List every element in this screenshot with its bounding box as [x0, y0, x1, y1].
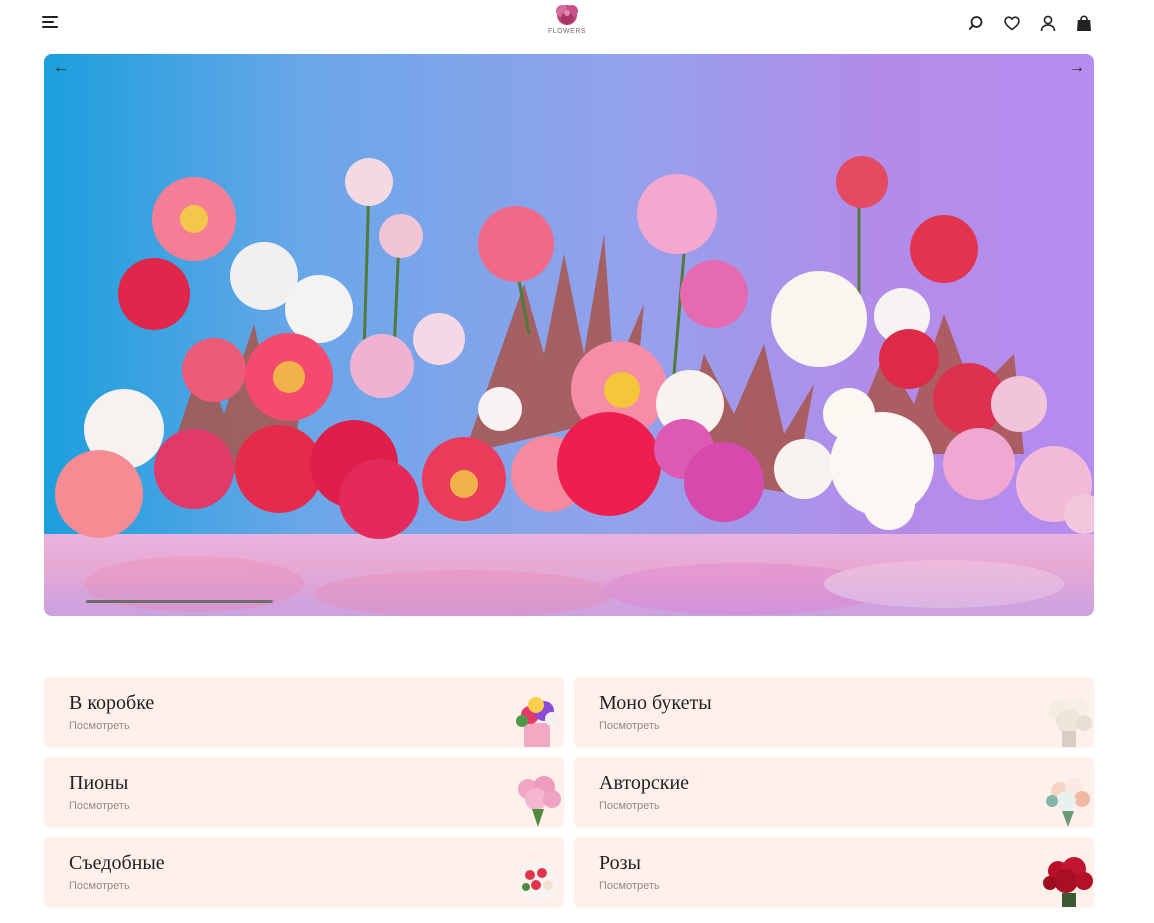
box-bouquet-image [516, 697, 559, 747]
header-actions [966, 12, 1094, 34]
user-icon[interactable] [1038, 13, 1058, 33]
author-bouquet-image [1046, 778, 1090, 827]
category-title: В коробке [69, 692, 155, 714]
menu-icon[interactable] [42, 14, 62, 30]
peony-bouquet-image [518, 776, 561, 827]
bag-icon[interactable] [1074, 13, 1094, 33]
category-card-author[interactable]: Авторские Посмотреть [574, 757, 1094, 827]
category-view-link[interactable]: Посмотреть [599, 880, 660, 892]
page: FLOWERS ← → В коробке Посмотреть Моно бу… [0, 0, 1154, 923]
category-view-link[interactable]: Посмотреть [599, 800, 660, 812]
heart-icon[interactable] [1002, 13, 1022, 33]
hero-slider[interactable]: ← → [44, 54, 1094, 616]
category-title: Моно букеты [599, 692, 712, 714]
category-card-mono[interactable]: Моно букеты Посмотреть [574, 677, 1094, 747]
mono-bouquet-image [1049, 697, 1092, 747]
category-view-link[interactable]: Посмотреть [69, 880, 130, 892]
slider-progress-fill [86, 600, 273, 603]
logo-text: FLOWERS [547, 28, 587, 35]
roses-bouquet-image [1043, 857, 1093, 907]
category-view-link[interactable]: Посмотреть [69, 720, 130, 732]
category-card-box[interactable]: В коробке Посмотреть [44, 677, 564, 747]
category-card-roses[interactable]: Розы Посмотреть [574, 837, 1094, 907]
slider-prev-arrow-icon[interactable]: ← [50, 60, 72, 76]
category-view-link[interactable]: Посмотреть [599, 720, 660, 732]
hero-flowers-image [55, 156, 1094, 616]
site-header: FLOWERS [0, 0, 1154, 46]
category-view-link[interactable]: Посмотреть [69, 800, 130, 812]
slider-progress [86, 600, 274, 603]
search-icon[interactable] [966, 13, 986, 33]
category-card-peonies[interactable]: Пионы Посмотреть [44, 757, 564, 827]
edible-bouquet-image [518, 861, 558, 901]
category-title: Пионы [69, 772, 129, 794]
category-title: Розы [599, 852, 641, 874]
logo-flower-icon [556, 5, 578, 25]
logo[interactable]: FLOWERS [542, 2, 592, 42]
category-card-edible[interactable]: Съедобные Посмотреть [44, 837, 564, 907]
category-title: Съедобные [69, 852, 165, 874]
category-title: Авторские [599, 772, 690, 794]
slider-next-arrow-icon[interactable]: → [1066, 60, 1088, 76]
